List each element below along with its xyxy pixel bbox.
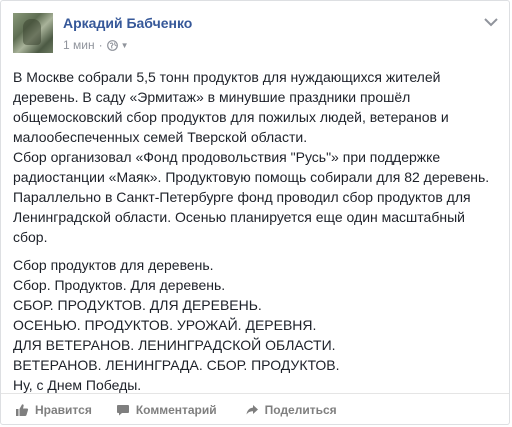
comment-label: Комментарий <box>135 403 217 417</box>
meta-separator: · <box>98 38 103 52</box>
post-time[interactable]: 1 мин <box>63 38 95 52</box>
post-meta: 1 мин · ▼ <box>63 38 129 52</box>
post-paragraph: В Москве собрали 5,5 тонн продуктов для … <box>13 67 495 247</box>
post-text-line: деревень. В саду «Эрмитаж» в минувшие пр… <box>13 89 411 105</box>
post-body: В Москве собрали 5,5 тонн продуктов для … <box>13 67 495 403</box>
thumbs-up-icon <box>16 404 29 416</box>
like-button[interactable]: Нравится <box>15 403 92 417</box>
globe-icon[interactable] <box>106 39 118 51</box>
post-text-line: Сбор продуктов для деревень. <box>13 257 214 273</box>
post-text-line: Ну, с Днем Победы. <box>13 377 142 393</box>
post-header: Аркадий Бабченко 1 мин · ▼ <box>1 1 509 61</box>
post-text-line: ДЛЯ ВЕТЕРАНОВ. ЛЕНИНГРАДСКОЙ ОБЛАСТИ. <box>13 337 336 353</box>
post-text-line: Сбор организовал «Фонд продовольствия "Р… <box>13 149 441 165</box>
post-text-line: малообеспеченных семей Тверской области. <box>13 129 308 145</box>
share-label: Поделиться <box>264 403 337 417</box>
comment-button[interactable]: Комментарий <box>116 403 217 417</box>
like-label: Нравится <box>35 403 92 417</box>
comment-icon <box>116 405 129 416</box>
post-text-line: сбор. <box>13 229 48 245</box>
author-name[interactable]: Аркадий Бабченко <box>63 15 192 31</box>
post-text-line: радиостанции «Маяк». Продуктовую помощь … <box>13 169 490 185</box>
post-text-line: ВЕТЕРАНОВ. ЛЕНИНГРАДА. СБОР. ПРОДУКТОВ. <box>13 357 340 373</box>
post-text-line: ОСЕНЬЮ. ПРОДУКТОВ. УРОЖАЙ. ДЕРЕВНЯ. <box>13 317 317 333</box>
share-arrow-icon <box>246 405 258 415</box>
post-text-line: общемосковский сбор продуктов для пожилы… <box>13 109 449 125</box>
privacy-caret-icon[interactable]: ▼ <box>121 41 129 50</box>
post-text-line: СБОР. ПРОДУКТОВ. ДЛЯ ДЕРЕВЕНЬ. <box>13 297 262 313</box>
post-text-line: Параллельно в Санкт-Петербурге фонд пров… <box>13 189 471 205</box>
post-text-line: Ленинградской области. Осенью планируетс… <box>13 209 465 225</box>
post-text-line: Сбор. Продуктов. Для деревень. <box>13 277 226 293</box>
share-button[interactable]: Поделиться <box>245 403 337 417</box>
post-text-line: В Москве собрали 5,5 тонн продуктов для … <box>13 69 441 85</box>
avatar[interactable] <box>13 13 53 53</box>
post-paragraph: Сбор продуктов для деревень. Сбор. Продук… <box>13 255 495 395</box>
post-card: Аркадий Бабченко 1 мин · ▼ В Москве собр… <box>0 0 510 425</box>
chevron-down-icon[interactable] <box>483 15 499 27</box>
action-bar: Нравится Комментарий Поделиться <box>1 393 509 426</box>
